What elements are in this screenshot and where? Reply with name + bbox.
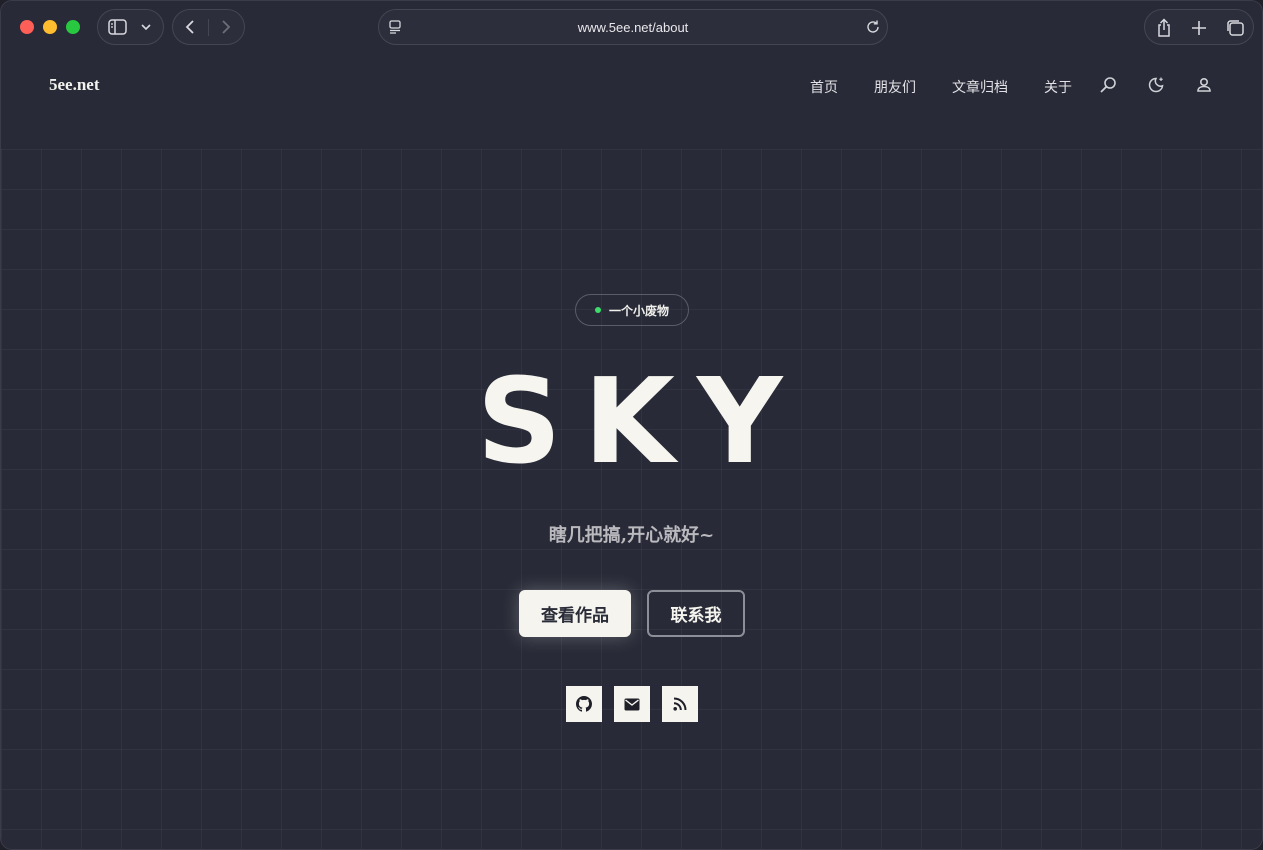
- status-dot: [594, 307, 601, 313]
- dark-mode-icon[interactable]: [1147, 76, 1165, 98]
- address-bar[interactable]: www.5ee.net/about: [378, 9, 888, 45]
- sidebar-icon[interactable]: [108, 19, 127, 35]
- view-works-button[interactable]: 查看作品: [519, 590, 631, 637]
- history-nav-group: [172, 9, 245, 45]
- chevron-down-icon[interactable]: [140, 22, 152, 32]
- sidebar-toggle-group: [97, 9, 164, 45]
- nav-divider: [208, 19, 209, 36]
- nav-item-about[interactable]: 关于: [1044, 77, 1072, 97]
- window-actions-group: [1144, 9, 1254, 45]
- close-window-button[interactable]: [20, 20, 34, 34]
- badge-label: 一个小废物: [608, 303, 669, 318]
- nav-item-friends[interactable]: 朋友们: [874, 77, 916, 97]
- nav-item-home[interactable]: 首页: [810, 77, 838, 97]
- search-icon[interactable]: [1099, 76, 1117, 98]
- hero-section: 一个小废物 SKY 瞎几把搞,开心就好~ 查看作品 联系我: [1, 149, 1262, 849]
- status-badge: 一个小废物: [575, 294, 689, 326]
- tab-overview-icon[interactable]: [1225, 19, 1245, 37]
- maximize-window-button[interactable]: [66, 20, 80, 34]
- address-text: www.5ee.net/about: [577, 19, 689, 35]
- github-icon[interactable]: [566, 686, 602, 722]
- share-icon[interactable]: [1155, 18, 1173, 38]
- mail-icon[interactable]: [614, 686, 650, 722]
- browser-toolbar: www.5ee.net/about: [1, 1, 1262, 53]
- site-logo[interactable]: 5ee.net: [49, 75, 100, 95]
- page-menu-icon[interactable]: [388, 19, 402, 35]
- reload-icon[interactable]: [865, 19, 881, 35]
- back-arrow-icon[interactable]: [184, 19, 196, 35]
- rss-icon[interactable]: [662, 686, 698, 722]
- nav-item-archive[interactable]: 文章归档: [952, 77, 1008, 97]
- minimize-window-button[interactable]: [43, 20, 57, 34]
- user-icon[interactable]: [1196, 76, 1212, 98]
- browser-window: www.5ee.net/about 5ee.net 首页 朋友们 文章归档 关于: [0, 0, 1263, 850]
- hero-title: SKY: [476, 352, 805, 490]
- forward-arrow-icon[interactable]: [220, 19, 232, 35]
- contact-me-button[interactable]: 联系我: [647, 590, 745, 637]
- hero-subtitle: 瞎几把搞,开心就好~: [548, 525, 715, 546]
- site-header: 5ee.net 首页 朋友们 文章归档 关于: [1, 53, 1262, 149]
- new-tab-icon[interactable]: [1190, 19, 1208, 37]
